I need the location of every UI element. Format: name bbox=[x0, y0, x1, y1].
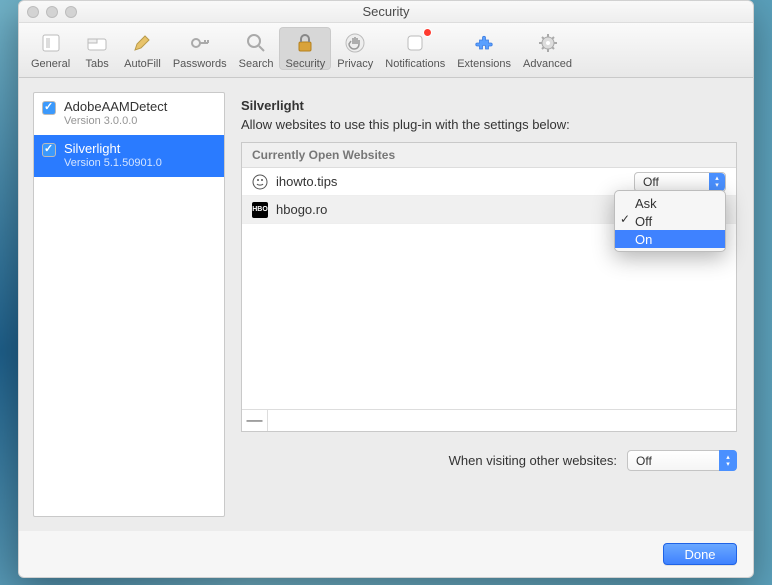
plugin-enabled-checkbox[interactable] bbox=[42, 101, 56, 115]
sidebar-item-silverlight[interactable]: Silverlight Version 5.1.50901.0 bbox=[34, 135, 224, 177]
switch-icon bbox=[37, 29, 65, 57]
tab-autofill[interactable]: AutoFill bbox=[118, 27, 167, 70]
default-policy-row: When visiting other websites: Off bbox=[241, 450, 737, 471]
sidebar-item-adobeaamdetect[interactable]: AdobeAAMDetect Version 3.0.0.0 bbox=[34, 93, 224, 135]
tab-security[interactable]: Security bbox=[279, 27, 331, 70]
tabs-icon bbox=[83, 29, 111, 57]
plugin-name: Silverlight bbox=[64, 141, 162, 157]
tab-label: Passwords bbox=[173, 58, 227, 70]
preferences-toolbar: General Tabs AutoFill Passwords bbox=[19, 23, 753, 78]
plugin-version: Version 5.1.50901.0 bbox=[64, 157, 162, 171]
tab-search[interactable]: Search bbox=[233, 27, 280, 70]
tab-privacy[interactable]: Privacy bbox=[331, 27, 379, 70]
tab-label: Search bbox=[239, 58, 274, 70]
tab-label: Notifications bbox=[385, 58, 445, 70]
tab-label: General bbox=[31, 58, 70, 70]
dropdown-option-ask[interactable]: Ask bbox=[615, 194, 725, 212]
chevron-up-down-icon bbox=[709, 173, 725, 191]
hand-icon bbox=[341, 29, 369, 57]
select-value: Off bbox=[643, 175, 659, 189]
tab-label: Extensions bbox=[457, 58, 511, 70]
tab-tabs[interactable]: Tabs bbox=[76, 27, 118, 70]
plugin-title: Silverlight bbox=[241, 98, 737, 113]
tab-label: Privacy bbox=[337, 58, 373, 70]
permission-dropdown-menu[interactable]: Ask Off On bbox=[614, 190, 726, 252]
puzzle-icon bbox=[470, 29, 498, 57]
plugin-version: Version 3.0.0.0 bbox=[64, 115, 167, 129]
dialog-button-row: Done bbox=[19, 531, 753, 577]
preferences-window: Security General Tabs AutoFill bbox=[18, 0, 754, 578]
dropdown-option-on[interactable]: On bbox=[615, 230, 725, 248]
tab-general[interactable]: General bbox=[25, 27, 76, 70]
tab-label: Security bbox=[285, 58, 325, 70]
titlebar: Security bbox=[19, 1, 753, 23]
pencil-icon bbox=[128, 29, 156, 57]
tab-advanced[interactable]: Advanced bbox=[517, 27, 578, 70]
tab-notifications[interactable]: Notifications bbox=[379, 27, 451, 70]
tab-label: Tabs bbox=[86, 58, 109, 70]
visiting-select[interactable]: Off bbox=[627, 450, 737, 471]
tab-label: Advanced bbox=[523, 58, 572, 70]
content-area: AdobeAAMDetect Version 3.0.0.0 Silverlig… bbox=[19, 78, 753, 531]
table-group-header: Currently Open Websites bbox=[242, 143, 736, 168]
tab-extensions[interactable]: Extensions bbox=[451, 27, 517, 70]
done-button[interactable]: Done bbox=[663, 543, 737, 565]
dropdown-option-off[interactable]: Off bbox=[615, 212, 725, 230]
search-icon bbox=[242, 29, 270, 57]
table-footer: — bbox=[242, 409, 736, 431]
site-favicon-icon: HBO bbox=[252, 202, 268, 218]
plugin-enabled-checkbox[interactable] bbox=[42, 143, 56, 157]
visiting-label: When visiting other websites: bbox=[449, 453, 617, 468]
plugin-sidebar[interactable]: AdobeAAMDetect Version 3.0.0.0 Silverlig… bbox=[33, 92, 225, 517]
window-title: Security bbox=[19, 4, 753, 19]
tab-passwords[interactable]: Passwords bbox=[167, 27, 233, 70]
remove-website-button[interactable]: — bbox=[242, 410, 268, 431]
plugin-name: AdobeAAMDetect bbox=[64, 99, 167, 115]
lock-icon bbox=[291, 29, 319, 57]
website-permission-select[interactable]: Off bbox=[634, 172, 726, 192]
site-favicon-icon bbox=[252, 174, 268, 190]
bell-icon bbox=[401, 29, 429, 57]
website-settings-table: Currently Open Websites ihowto.tips Off … bbox=[241, 142, 737, 432]
chevron-up-down-icon bbox=[719, 450, 737, 471]
gear-icon bbox=[534, 29, 562, 57]
notification-badge-icon bbox=[423, 28, 432, 37]
plugin-detail-panel: Silverlight Allow websites to use this p… bbox=[239, 92, 739, 517]
plugin-subtitle: Allow websites to use this plug-in with … bbox=[241, 117, 737, 132]
select-value: Off bbox=[636, 454, 652, 468]
key-icon bbox=[186, 29, 214, 57]
tab-label: AutoFill bbox=[124, 58, 161, 70]
